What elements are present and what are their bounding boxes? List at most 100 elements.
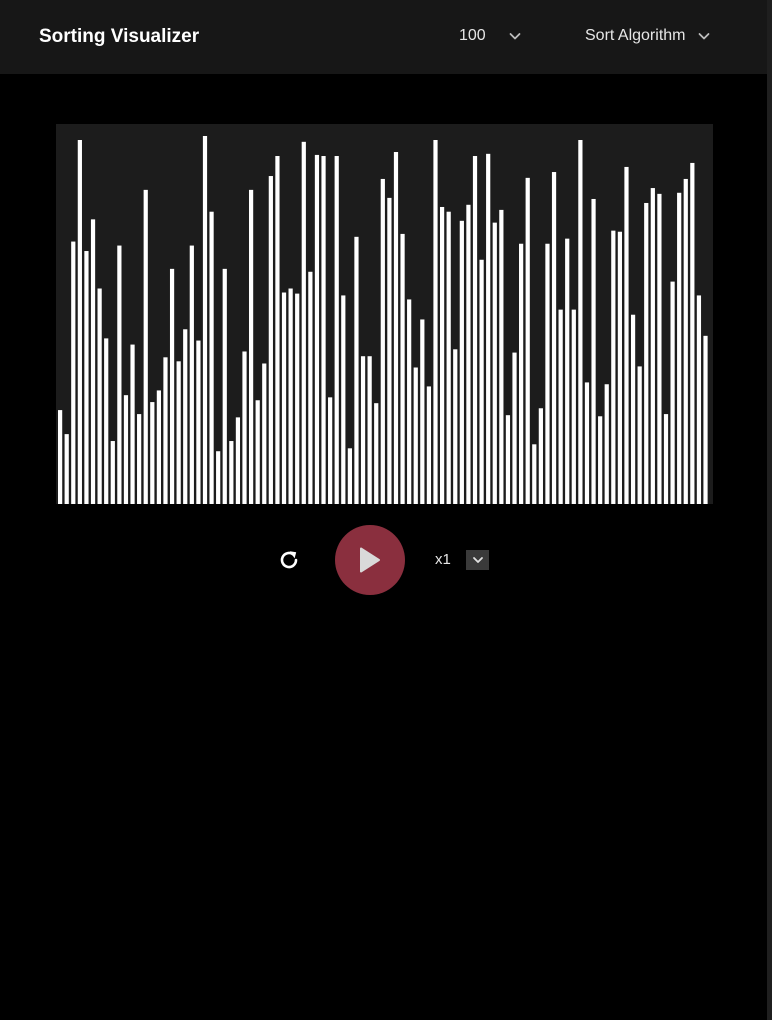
array-bar	[565, 238, 570, 504]
array-bar	[624, 166, 629, 504]
array-bar	[644, 202, 649, 504]
array-bar	[262, 363, 267, 504]
array-bar	[314, 154, 320, 504]
array-bar	[538, 408, 543, 504]
array-bar	[229, 441, 234, 504]
array-bar	[472, 156, 478, 504]
bars-svg	[58, 136, 708, 504]
array-bar	[58, 410, 63, 504]
array-bar	[202, 136, 208, 504]
array-bar	[492, 222, 497, 504]
array-bar	[176, 361, 181, 504]
array-bar	[295, 293, 300, 504]
array-bar	[453, 349, 458, 504]
play-button[interactable]	[335, 525, 405, 595]
array-bar	[690, 162, 695, 504]
array-bar	[486, 153, 491, 504]
array-bar	[328, 397, 333, 504]
array-bar	[137, 414, 142, 504]
array-bar	[374, 403, 379, 504]
array-bar	[235, 417, 241, 504]
array-bar	[591, 198, 596, 504]
array-bar	[532, 444, 537, 504]
array-bar	[466, 204, 471, 504]
array-bar	[268, 176, 273, 504]
array-bar	[617, 231, 623, 504]
array-bar	[360, 356, 366, 504]
array-bar	[110, 441, 115, 504]
array-bar	[479, 259, 484, 504]
array-bar	[334, 156, 339, 504]
page-scrollbar[interactable]	[767, 0, 772, 1020]
array-bar	[308, 271, 313, 504]
array-bar	[393, 152, 399, 504]
array-bar	[143, 189, 148, 504]
array-bar	[117, 245, 122, 504]
array-bar	[459, 220, 464, 504]
array-bar	[426, 386, 432, 504]
speed-label: x1	[435, 551, 451, 568]
array-bar	[551, 172, 557, 504]
speed-dropdown[interactable]	[466, 550, 489, 570]
array-bar	[670, 281, 675, 504]
array-bar	[598, 416, 603, 504]
top-navbar: Sorting Visualizer 100 Sort Algorithm	[0, 0, 767, 74]
array-bar	[677, 192, 682, 504]
array-bar	[156, 390, 161, 504]
array-bar	[216, 451, 221, 504]
array-bar	[354, 236, 359, 504]
array-bar	[183, 329, 188, 504]
array-bar	[400, 233, 405, 504]
array-bar	[407, 299, 412, 504]
chevron-down-icon	[508, 29, 522, 43]
array-bar	[420, 319, 425, 504]
array-bar	[288, 288, 293, 504]
refresh-icon	[280, 551, 298, 569]
array-bar	[97, 288, 102, 504]
reset-button[interactable]	[276, 547, 302, 573]
array-bar	[525, 177, 530, 504]
array-bar	[650, 188, 655, 504]
array-bar	[663, 414, 669, 504]
array-bar	[163, 357, 168, 504]
array-bar	[505, 415, 511, 504]
array-bar	[255, 400, 260, 504]
array-bar	[367, 356, 372, 504]
array-bar	[242, 351, 247, 504]
array-bar	[512, 352, 517, 504]
chevron-down-icon	[697, 29, 711, 43]
array-bar	[387, 197, 392, 504]
sort-algorithm-select[interactable]: Sort Algorithm	[585, 22, 711, 50]
array-bar	[71, 241, 76, 504]
array-bar	[578, 140, 583, 504]
array-bar	[545, 243, 550, 504]
array-bar	[196, 340, 201, 504]
array-size-select[interactable]: 100	[459, 22, 522, 50]
array-bar	[433, 140, 438, 504]
array-bar	[209, 211, 214, 504]
array-bar	[558, 309, 563, 504]
chevron-down-icon	[472, 557, 483, 563]
array-bar	[301, 141, 306, 504]
array-bar	[657, 193, 662, 504]
array-bar	[696, 295, 702, 504]
array-bar	[90, 219, 96, 504]
array-bar	[77, 140, 82, 504]
array-bar	[347, 448, 352, 504]
array-bar	[341, 295, 346, 504]
array-bar	[604, 384, 609, 504]
array-bar	[189, 245, 194, 504]
array-bar	[519, 243, 524, 504]
array-bar	[611, 230, 616, 504]
array-bar	[169, 268, 175, 504]
bars-canvas	[56, 124, 713, 504]
array-bar	[104, 338, 109, 504]
array-bar	[571, 309, 576, 504]
array-bar	[683, 178, 688, 504]
array-bar	[321, 156, 326, 504]
sort-algorithm-placeholder: Sort Algorithm	[585, 27, 686, 44]
array-bar	[150, 402, 155, 504]
array-bar	[123, 395, 129, 504]
array-bar	[630, 314, 636, 504]
play-icon	[360, 547, 380, 573]
